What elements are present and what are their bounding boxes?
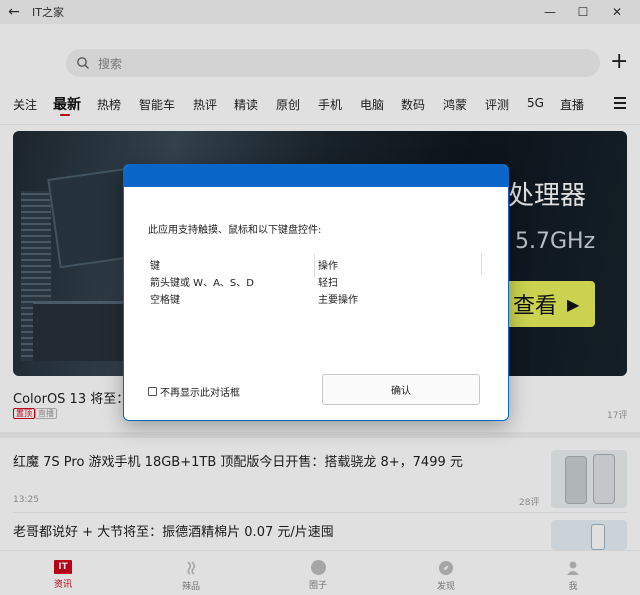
confirm-button[interactable]: 确认	[322, 374, 480, 405]
column-divider	[314, 254, 315, 278]
action-column-header: 操作	[318, 261, 338, 272]
keyboard-controls-dialog: 此应用支持触摸、鼠标和以下键盘控件: 键 操作 箭头键或 W、A、S、D 轻扫 …	[123, 164, 509, 421]
action-cell: 轻扫	[318, 278, 338, 289]
key-cell: 箭头键或 W、A、S、D	[150, 278, 254, 289]
table-row: 空格键 主要操作	[150, 291, 484, 308]
checkbox-box[interactable]	[148, 387, 157, 396]
key-column-header: 键	[150, 261, 160, 272]
checkbox-label: 不再显示此对话框	[160, 388, 240, 399]
dont-show-again-checkbox[interactable]: 不再显示此对话框	[148, 384, 240, 399]
dialog-header	[124, 165, 508, 187]
key-cell: 空格键	[150, 295, 180, 306]
table-header-row: 键 操作	[150, 257, 484, 274]
dialog-message: 此应用支持触摸、鼠标和以下键盘控件:	[148, 225, 322, 236]
key-table: 键 操作 箭头键或 W、A、S、D 轻扫 空格键 主要操作	[150, 257, 484, 308]
action-cell: 主要操作	[318, 295, 358, 306]
table-row: 箭头键或 W、A、S、D 轻扫	[150, 274, 484, 291]
column-divider	[481, 254, 482, 274]
